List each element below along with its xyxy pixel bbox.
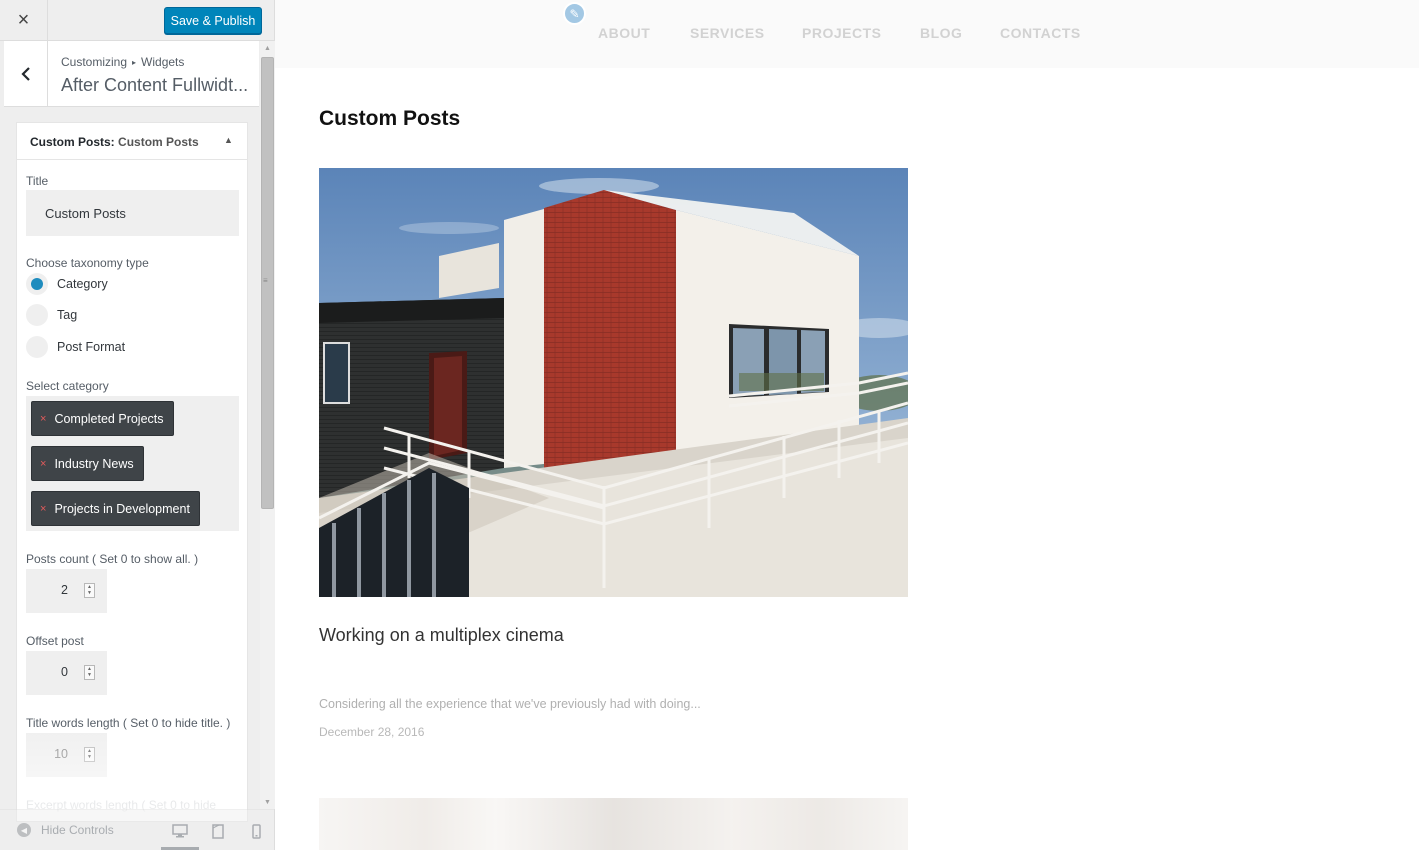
site-nav: ✎ ABOUT SERVICES PROJECTS BLOG CONTACTS [275,0,1419,68]
collapse-circle-icon: ◀ [17,823,31,837]
radio-label: Category [57,277,108,291]
chevron-left-icon [20,67,30,81]
hide-controls-button[interactable]: ◀ Hide Controls [17,823,114,837]
save-publish-button[interactable]: Save & Publish [164,7,262,34]
edit-pencil-icon[interactable]: ✎ [563,2,586,25]
customizer-footer: ◀ Hide Controls [0,809,274,850]
remove-chip-icon[interactable]: × [40,413,46,425]
category-chip: × Industry News [31,446,144,481]
collapse-arrow-icon[interactable]: ▲ [224,135,233,145]
title-label: Title [26,174,49,188]
taxonomy-option-post-format[interactable]: Post Format [26,336,125,358]
category-chip-label: Completed Projects [54,411,164,426]
close-customizer-button[interactable]: × [0,0,48,41]
desktop-icon[interactable] [170,821,190,841]
radio-label: Post Format [57,340,126,354]
category-chip: × Projects in Development [31,491,200,526]
taxonomy-option-category[interactable]: Category [26,273,108,295]
nav-item-about[interactable]: ABOUT [598,25,650,41]
posts-count-label: Posts count ( Set 0 to show all. ) [26,552,199,566]
scroll-up-icon[interactable]: ▲ [260,41,275,55]
breadcrumb-root: Customizing [61,55,128,69]
nav-item-projects[interactable]: PROJECTS [802,25,881,41]
title-input[interactable] [26,190,239,236]
title-words-label: Title words length ( Set 0 to hide title… [26,716,231,730]
widget-header[interactable]: Custom Posts: Custom Posts ▲ [17,123,247,160]
offset-input[interactable]: 0 ▲ ▼ [26,651,107,695]
posts-count-input[interactable]: 2 ▲ ▼ [26,569,107,613]
widget-title: Custom Posts: Custom Posts [30,135,199,149]
sidebar-scrollbar[interactable]: ▲ ≡ ▼ [260,41,275,809]
nav-item-contacts[interactable]: CONTACTS [1000,25,1081,41]
nav-item-blog[interactable]: BLOG [920,25,962,41]
category-chip: × Completed Projects [31,401,174,436]
taxonomy-option-tag[interactable]: Tag [26,304,77,326]
scroll-down-icon[interactable]: ▼ [260,795,275,809]
section-title: After Content Fullwidt... [61,75,249,95]
mobile-icon[interactable] [246,821,266,841]
customizer-sidebar: × Save & Publish Customizing ▸ Widgets Aft… [0,0,275,850]
radio-label: Tag [57,308,78,322]
breadcrumb-leaf: Widgets [141,55,185,69]
section-header: Customizing ▸ Widgets After Content Fullwi… [4,41,259,107]
post-title[interactable]: Working on a multiplex cinema [319,625,564,646]
post-date: December 28, 2016 [319,725,425,739]
close-icon: × [17,9,30,31]
category-chip-label: Projects in Development [54,501,190,516]
breadcrumb: Customizing ▸ Widgets [61,55,184,69]
offset-label: Offset post [26,634,84,648]
title-words-input[interactable]: 10 ▲ ▼ [26,733,107,777]
spinner-icon[interactable]: ▲ ▼ [84,583,95,598]
radio-checked[interactable] [26,273,48,295]
radio-unchecked[interactable] [26,336,48,358]
customizer-topbar: × Save & Publish [0,0,274,41]
next-post-image[interactable] [319,798,908,850]
offset-value: 0 [61,665,68,679]
widget-heading: Custom Posts [319,107,461,130]
tablet-icon[interactable] [208,821,228,841]
hide-controls-label: Hide Controls [41,823,114,837]
breadcrumb-separator: ▸ [132,58,137,67]
post-featured-image[interactable] [319,168,908,597]
nav-item-services[interactable]: SERVICES [690,25,765,41]
title-words-value: 10 [54,747,68,761]
spinner-icon[interactable]: ▲ ▼ [84,747,95,762]
remove-chip-icon[interactable]: × [40,458,46,470]
radio-unchecked[interactable] [26,304,48,326]
remove-chip-icon[interactable]: × [40,503,46,515]
post-excerpt: Considering all the experience that we'v… [319,697,701,711]
back-button[interactable] [4,41,48,107]
widget-name: Custom Posts: [30,135,115,149]
custom-posts-widget: Custom Posts: Custom Posts ▲ Title Choos… [16,122,248,822]
category-label: Select category [26,379,109,393]
category-chip-label: Industry News [54,456,134,471]
posts-count-value: 2 [61,583,68,597]
spinner-icon[interactable]: ▲ ▼ [84,665,95,680]
scroll-grip-icon: ≡ [263,276,268,285]
widget-instance-title: Custom Posts [118,135,199,149]
site-preview: ✎ ABOUT SERVICES PROJECTS BLOG CONTACTS … [275,0,1419,850]
taxonomy-label: Choose taxonomy type [26,256,149,270]
category-select[interactable]: × Completed Projects × Industry News × P… [26,396,239,531]
